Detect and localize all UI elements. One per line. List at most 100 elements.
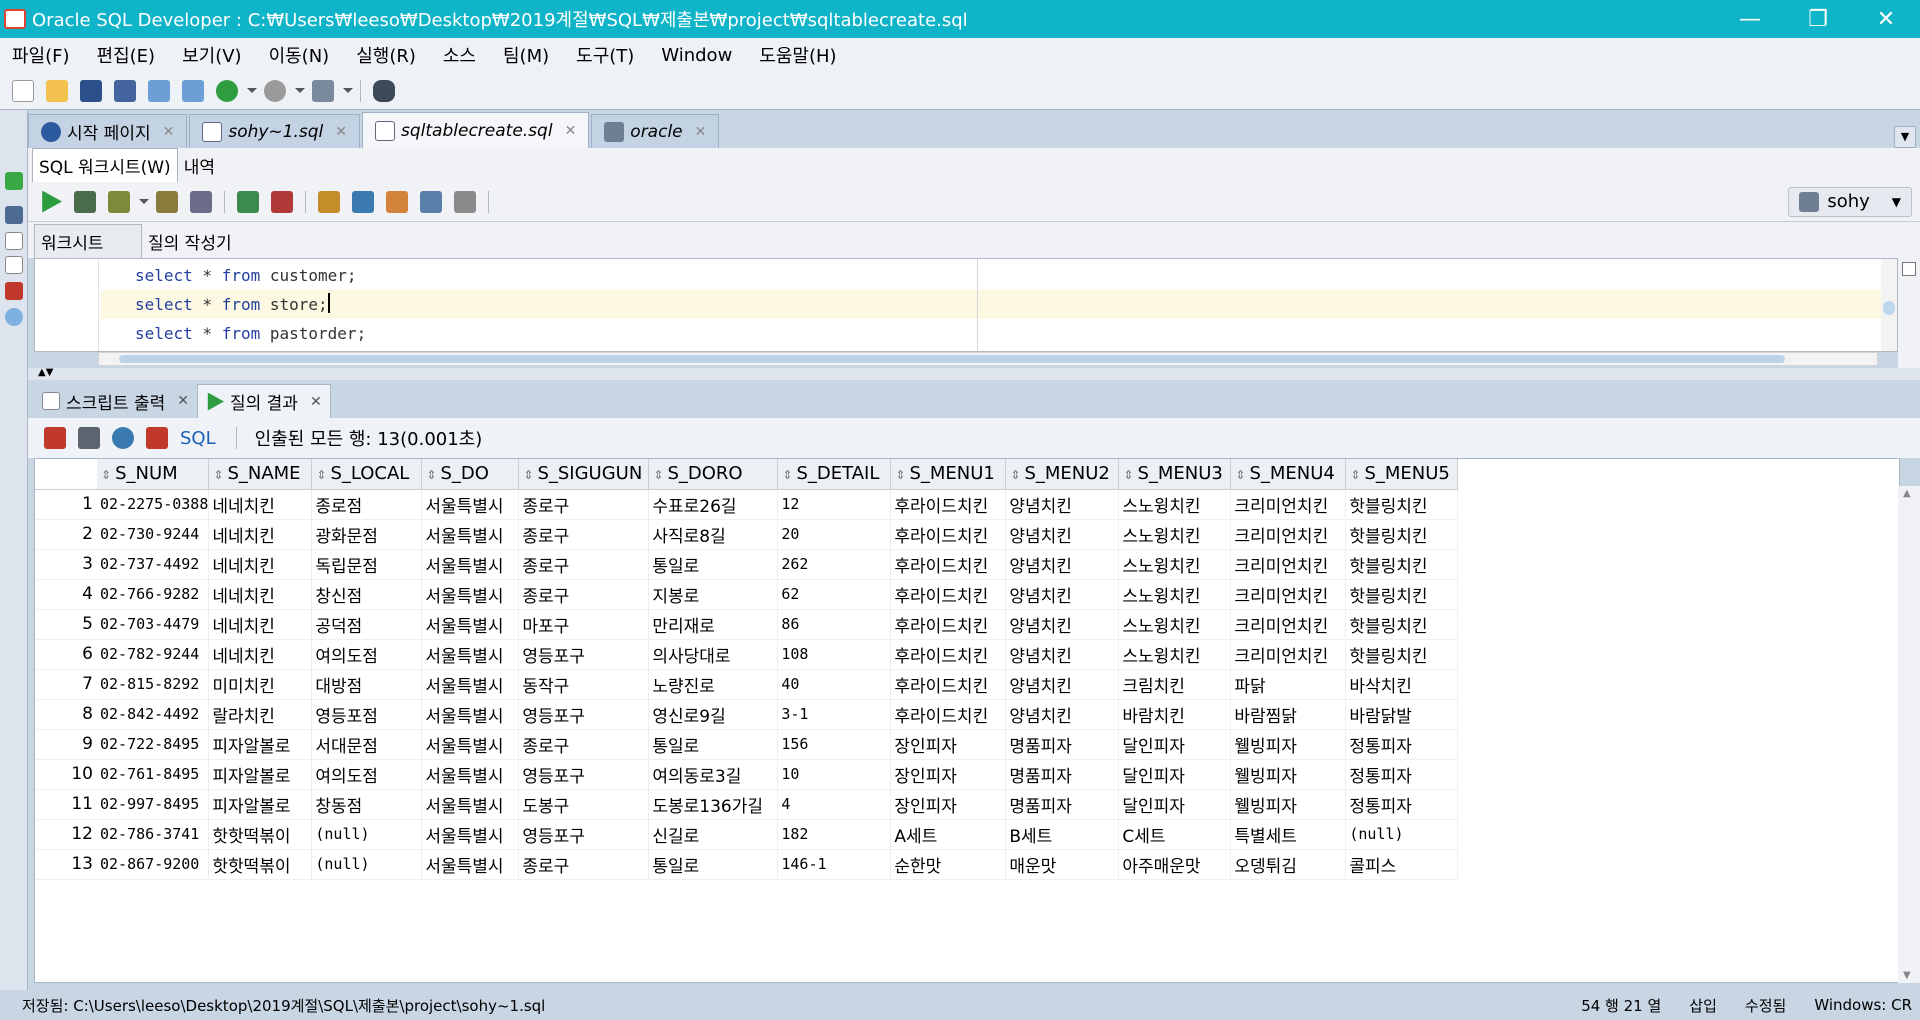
- redo-icon[interactable]: [182, 79, 204, 102]
- table-cell[interactable]: B세트: [1005, 819, 1120, 850]
- table-cell[interactable]: 정통피자: [1345, 729, 1459, 760]
- run-statement-icon[interactable]: [42, 190, 62, 213]
- table-cell[interactable]: 86: [777, 609, 892, 640]
- menu-file[interactable]: 파일(F): [12, 42, 70, 68]
- column-header[interactable]: ⇕ S_MENU1: [890, 459, 1007, 490]
- table-cell[interactable]: 스노윙치킨: [1118, 639, 1232, 670]
- cancel-query-icon[interactable]: [146, 427, 168, 449]
- table-cell[interactable]: 서울특별시: [421, 639, 520, 670]
- table-cell[interactable]: 양념치킨: [1005, 639, 1120, 670]
- table-cell[interactable]: 스노윙치킨: [1118, 489, 1232, 520]
- table-cell[interactable]: 후라이드치킨: [890, 579, 1007, 610]
- table-cell[interactable]: 양념치킨: [1005, 699, 1120, 730]
- scroll-up-icon[interactable]: ▲: [1903, 488, 1911, 499]
- table-cell[interactable]: 서울특별시: [421, 819, 520, 850]
- table-cell[interactable]: 02-737-4492: [97, 549, 210, 580]
- table-cell[interactable]: 네네치킨: [208, 489, 313, 520]
- table-cell[interactable]: 종로구: [518, 549, 650, 580]
- table-cell[interactable]: 양념치킨: [1005, 609, 1120, 640]
- table-cell[interactable]: 후라이드치킨: [890, 609, 1007, 640]
- table-cell[interactable]: 정통피자: [1345, 789, 1459, 820]
- column-header[interactable]: ⇕ S_NUM: [97, 459, 210, 490]
- code-line[interactable]: select * from customer;: [101, 261, 1883, 290]
- scroll-down-icon[interactable]: ▼: [1903, 970, 1911, 981]
- table-cell[interactable]: 62: [777, 579, 892, 610]
- column-header[interactable]: ⇕ S_LOCAL: [311, 459, 423, 490]
- table-cell[interactable]: (null): [311, 849, 423, 880]
- pane-splitter[interactable]: ▲▼: [28, 367, 1920, 380]
- connection-dropdown-icon[interactable]: [342, 80, 353, 102]
- sql-history-icon[interactable]: [420, 190, 442, 213]
- results-grid[interactable]: ⇕ S_NUM ⇕ S_NAME ⇕ S_LOCAL ⇕ S_DO ⇕ S_SIGUGUN…: [34, 458, 1900, 983]
- sql-editor[interactable]: select * from customer; select * from st…: [34, 258, 1898, 352]
- table-cell[interactable]: 종로점: [311, 489, 423, 520]
- table-cell[interactable]: 만리재로: [648, 609, 779, 640]
- splitter-arrows-icon[interactable]: ▲▼: [38, 367, 53, 378]
- table-cell[interactable]: 웰빙피자: [1230, 789, 1347, 820]
- tab-start-page[interactable]: 시작 페이지 ✕: [28, 114, 188, 148]
- close-tab-icon[interactable]: ✕: [310, 394, 322, 410]
- undo-icon[interactable]: [148, 79, 170, 102]
- table-cell[interactable]: 서울특별시: [421, 549, 520, 580]
- table-cell[interactable]: 장인피자: [890, 759, 1007, 790]
- table-cell[interactable]: 통일로: [648, 729, 779, 760]
- table-cell[interactable]: 공덕점: [311, 609, 423, 640]
- table-cell[interactable]: 02-703-4479: [97, 609, 210, 640]
- table-cell[interactable]: 네네치킨: [208, 549, 313, 580]
- table-cell[interactable]: 종로구: [518, 849, 650, 880]
- table-cell[interactable]: 02-722-8495: [97, 729, 210, 760]
- close-button[interactable]: ✕: [1852, 0, 1920, 38]
- table-cell[interactable]: 랄라치킨: [208, 699, 313, 730]
- table-cell[interactable]: 영등포점: [311, 699, 423, 730]
- table-cell[interactable]: 핫블링치킨: [1345, 549, 1459, 580]
- table-cell[interactable]: 명품피자: [1005, 729, 1120, 760]
- table-cell[interactable]: C세트: [1118, 819, 1232, 850]
- table-cell[interactable]: 오뎅튀김: [1230, 849, 1347, 880]
- table-row[interactable]: 7 02-815-8292 미미치킨 대방점 서울특별시 동작구 노량진로 40 후라이드치킨 양…: [35, 669, 1459, 700]
- table-cell[interactable]: 매운맛: [1005, 849, 1120, 880]
- table-row[interactable]: 10 02-761-8495 피자알볼로 여의도점 서울특별시 영등포구 여의동로3길 10 장…: [35, 759, 1459, 790]
- table-cell[interactable]: 여의도점: [311, 639, 423, 670]
- menu-window[interactable]: Window: [661, 45, 732, 66]
- table-cell[interactable]: 핫블링치킨: [1345, 609, 1459, 640]
- autotrace-dropdown-icon[interactable]: [138, 191, 149, 213]
- column-header[interactable]: ⇕ S_MENU3: [1118, 459, 1232, 490]
- table-cell[interactable]: 피자알볼로: [208, 759, 313, 790]
- back-icon[interactable]: [216, 79, 238, 102]
- table-cell[interactable]: 후라이드치킨: [890, 669, 1007, 700]
- table-cell[interactable]: 양념치킨: [1005, 549, 1120, 580]
- table-cell[interactable]: 신길로: [648, 819, 779, 850]
- table-cell[interactable]: 양념치킨: [1005, 579, 1120, 610]
- table-cell[interactable]: 양념치킨: [1005, 519, 1120, 550]
- to-upper-case-icon[interactable]: [352, 190, 374, 213]
- table-cell[interactable]: 02-867-9200: [97, 849, 210, 880]
- menu-team[interactable]: 팀(M): [503, 42, 549, 68]
- table-cell[interactable]: 후라이드치킨: [890, 639, 1007, 670]
- table-cell[interactable]: 20: [777, 519, 892, 550]
- table-cell[interactable]: 12: [777, 489, 892, 520]
- code-line[interactable]: select * from pastorder;: [101, 319, 1883, 348]
- scroll-thumb[interactable]: [119, 355, 1785, 363]
- table-cell[interactable]: 영신로9길: [648, 699, 779, 730]
- table-cell[interactable]: 창신점: [311, 579, 423, 610]
- table-cell[interactable]: 동작구: [518, 669, 650, 700]
- restore-button[interactable]: ❐: [1784, 0, 1852, 38]
- table-cell[interactable]: 명품피자: [1005, 759, 1120, 790]
- table-cell[interactable]: 후라이드치킨: [890, 489, 1007, 520]
- table-cell[interactable]: 4: [777, 789, 892, 820]
- explain-plan-icon[interactable]: [156, 190, 178, 213]
- table-row[interactable]: 8 02-842-4492 랄라치킨 영등포점 서울특별시 영등포구 영신로9길 3-1 후라이…: [35, 699, 1459, 730]
- table-row[interactable]: 4 02-766-9282 네네치킨 창신점 서울특별시 종로구 지봉로 62 후라이드치킨 양념…: [35, 579, 1459, 610]
- table-cell[interactable]: 서울특별시: [421, 609, 520, 640]
- table-cell[interactable]: 서울특별시: [421, 759, 520, 790]
- table-cell[interactable]: 양념치킨: [1005, 669, 1120, 700]
- table-cell[interactable]: 핫블링치킨: [1345, 579, 1459, 610]
- binoculars-icon[interactable]: [373, 79, 395, 102]
- table-cell[interactable]: 파닭: [1230, 669, 1347, 700]
- table-cell[interactable]: 크리미언치킨: [1230, 489, 1347, 520]
- table-cell[interactable]: 마포구: [518, 609, 650, 640]
- table-cell[interactable]: 핫핫떡볶이: [208, 819, 313, 850]
- table-cell[interactable]: 서울특별시: [421, 789, 520, 820]
- table-cell[interactable]: 달인피자: [1118, 759, 1232, 790]
- grid-vertical-scrollbar[interactable]: ▲ ▼: [1898, 486, 1920, 983]
